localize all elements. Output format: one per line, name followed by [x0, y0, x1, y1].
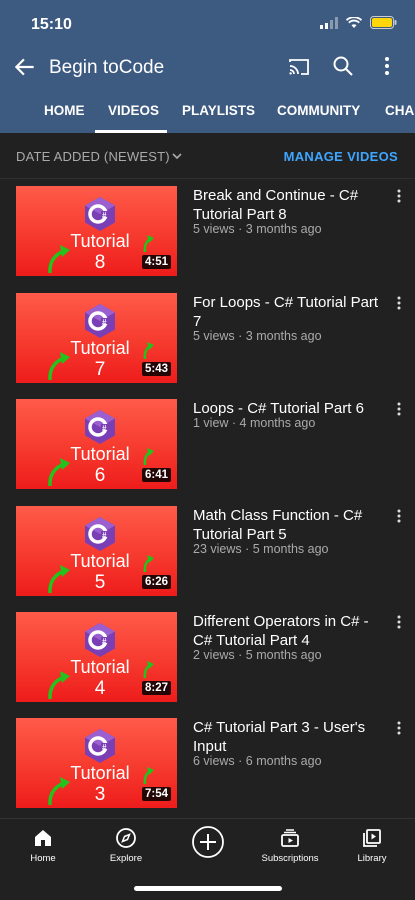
video-thumbnail[interactable]: # Tutorial 8 4:51 [16, 186, 177, 276]
channel-title: Begin toCode [49, 57, 165, 78]
green-arrow-small-icon [143, 235, 154, 253]
video-title[interactable]: Math Class Function - C# Tutorial Part 5 [193, 506, 383, 544]
green-arrow-icon [48, 245, 70, 274]
video-duration: 7:54 [141, 787, 171, 801]
nav-explore[interactable]: Explore [91, 827, 161, 864]
sort-dropdown[interactable]: DATE ADDED (NEWEST) [16, 149, 170, 164]
status-bar: 15:10 [0, 0, 415, 48]
tab-playlists[interactable]: PLAYLISTS [182, 103, 255, 118]
video-meta: 23 views · 5 months ago [193, 542, 329, 556]
nav-home[interactable]: Home [8, 827, 78, 864]
csharp-logo-icon: # [85, 517, 115, 551]
tab-home[interactable]: HOME [44, 103, 85, 118]
video-meta: 6 views · 6 months ago [193, 754, 322, 768]
nav-explore-label: Explore [109, 853, 143, 864]
video-duration: 5:43 [141, 362, 171, 376]
more-vertical-icon[interactable] [377, 54, 397, 78]
video-duration: 6:26 [141, 575, 171, 589]
sort-bar: DATE ADDED (NEWEST) MANAGE VIDEOS [0, 133, 415, 179]
green-arrow-small-icon [143, 448, 154, 466]
video-item[interactable]: # Tutorial 3 7:54 C# Tutorial Part 3 - U… [0, 718, 415, 814]
nav-library-label: Library [357, 853, 387, 864]
green-arrow-small-icon [143, 555, 154, 573]
svg-text:#: # [102, 318, 107, 327]
video-duration: 8:27 [141, 681, 171, 695]
video-thumbnail[interactable]: # Tutorial 4 8:27 [16, 612, 177, 702]
search-icon[interactable] [331, 54, 355, 78]
csharp-logo-icon: # [85, 197, 115, 231]
video-more-icon[interactable] [393, 508, 405, 524]
video-thumbnail[interactable]: # Tutorial 6 6:41 [16, 399, 177, 489]
cast-icon[interactable] [287, 55, 311, 79]
library-icon [363, 829, 381, 847]
home-icon [35, 830, 51, 846]
video-duration: 6:41 [141, 468, 171, 482]
green-arrow-small-icon [143, 342, 154, 360]
video-duration: 4:51 [141, 255, 171, 269]
tab-videos[interactable]: VIDEOS [108, 103, 159, 118]
csharp-logo-icon: # [85, 410, 115, 444]
manage-videos-link[interactable]: MANAGE VIDEOS [284, 149, 398, 164]
svg-text:#: # [102, 424, 107, 433]
green-arrow-icon [48, 777, 70, 806]
video-more-icon[interactable] [393, 188, 405, 204]
create-plus-icon [192, 826, 224, 858]
home-indicator[interactable] [134, 886, 282, 891]
video-item[interactable]: # Tutorial 5 6:26 Math Class Function - … [0, 506, 415, 602]
channel-tabs: HOME VIDEOS PLAYLISTS COMMUNITY CHA [0, 86, 415, 133]
tab-channels[interactable]: CHA [385, 103, 414, 118]
csharp-logo-icon: # [85, 729, 115, 763]
green-arrow-small-icon [143, 767, 154, 785]
video-more-icon[interactable] [393, 401, 405, 417]
video-item[interactable]: # Tutorial 4 8:27 Different Operators in… [0, 612, 415, 708]
battery-icon [370, 16, 397, 29]
video-thumbnail[interactable]: # Tutorial 7 5:43 [16, 293, 177, 383]
csharp-logo-icon: # [85, 304, 115, 338]
tab-community[interactable]: COMMUNITY [277, 103, 360, 118]
signal-icon [320, 16, 338, 29]
video-title[interactable]: Different Operators in C# - C# Tutorial … [193, 612, 383, 650]
green-arrow-icon [48, 352, 70, 381]
nav-subscriptions-label: Subscriptions [261, 853, 319, 864]
video-title[interactable]: Break and Continue - C# Tutorial Part 8 [193, 186, 383, 224]
chevron-down-icon[interactable] [170, 149, 184, 163]
svg-text:#: # [102, 743, 107, 752]
svg-text:#: # [102, 531, 107, 540]
status-icons [320, 16, 397, 29]
compass-icon [116, 828, 136, 848]
video-more-icon[interactable] [393, 720, 405, 736]
green-arrow-icon [48, 565, 70, 594]
nav-create[interactable] [173, 825, 243, 859]
video-more-icon[interactable] [393, 295, 405, 311]
video-meta: 5 views · 3 months ago [193, 222, 322, 236]
video-title[interactable]: For Loops - C# Tutorial Part 7 [193, 293, 383, 331]
nav-library[interactable]: Library [337, 827, 407, 864]
video-item[interactable]: # Tutorial 6 6:41 Loops - C# Tutorial Pa… [0, 399, 415, 495]
video-thumbnail[interactable]: # Tutorial 5 6:26 [16, 506, 177, 596]
video-title[interactable]: C# Tutorial Part 3 - User's Input [193, 718, 383, 756]
green-arrow-icon [48, 458, 70, 487]
green-arrow-icon [48, 671, 70, 700]
video-meta: 1 view · 4 months ago [193, 416, 316, 430]
app-bar: Begin toCode [0, 48, 415, 86]
nav-subscriptions[interactable]: Subscriptions [255, 827, 325, 864]
video-item[interactable]: # Tutorial 8 4:51 Break and Continue - C… [0, 186, 415, 282]
video-more-icon[interactable] [393, 614, 405, 630]
green-arrow-small-icon [143, 661, 154, 679]
csharp-logo-icon: # [85, 623, 115, 657]
svg-text:#: # [102, 637, 107, 646]
video-meta: 5 views · 3 months ago [193, 329, 322, 343]
video-item[interactable]: # Tutorial 7 5:43 For Loops - C# Tutoria… [0, 293, 415, 389]
back-arrow-icon[interactable] [12, 54, 38, 80]
video-meta: 2 views · 5 months ago [193, 648, 322, 662]
subscriptions-icon [281, 829, 299, 847]
nav-home-label: Home [30, 853, 56, 864]
status-time: 15:10 [31, 16, 72, 33]
svg-text:#: # [102, 211, 107, 220]
wifi-icon [346, 16, 362, 28]
video-thumbnail[interactable]: # Tutorial 3 7:54 [16, 718, 177, 808]
